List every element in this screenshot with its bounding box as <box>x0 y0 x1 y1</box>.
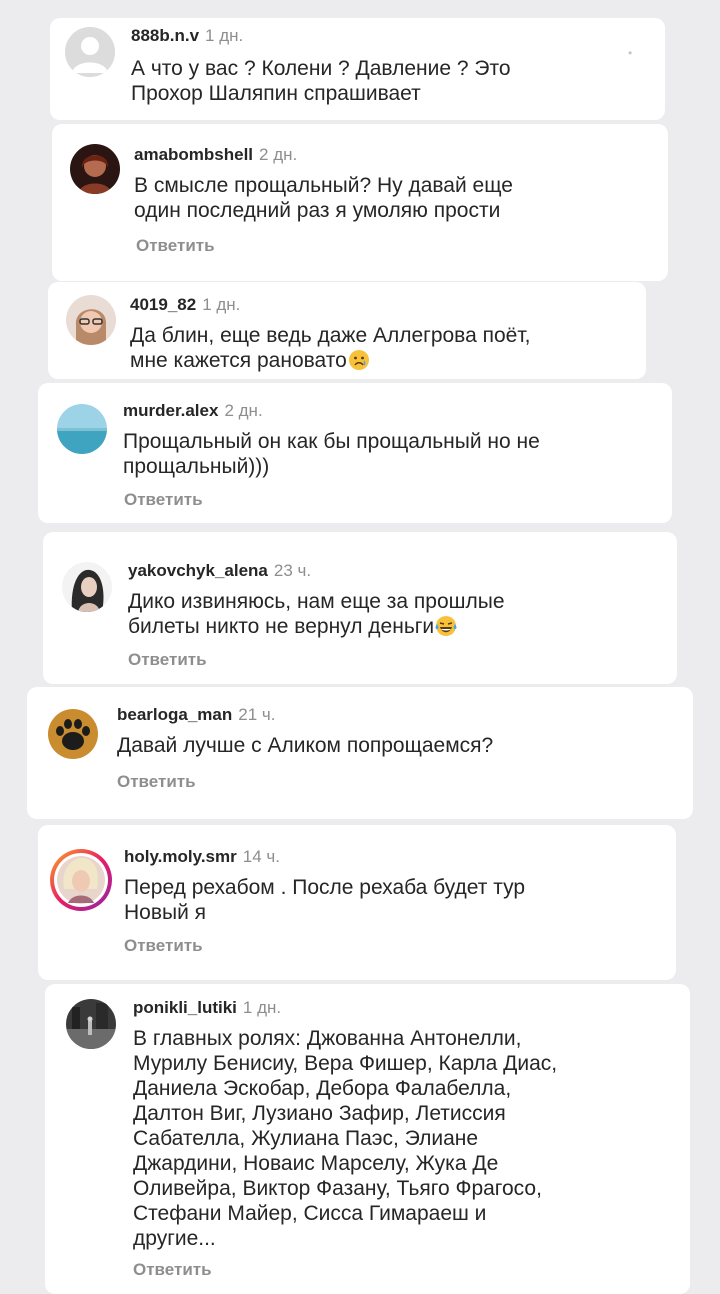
avatar[interactable] <box>65 27 115 77</box>
comment-meta: yakovchyk_alena 23 ч. <box>128 560 311 582</box>
comment-card: 4019_82 1 дн. Да блин, еще ведь даже Алле… <box>48 282 646 379</box>
avatar[interactable] <box>62 562 112 612</box>
comment-text: Прощальный он как бы прощальный но не пр… <box>123 430 540 478</box>
comment-meta: murder.alex 2 дн. <box>123 400 263 422</box>
comment-card: amabombshell 2 дн. В смысле прощальный? Н… <box>52 124 668 281</box>
profile-photo <box>62 562 112 612</box>
timestamp: 21 ч. <box>238 705 276 724</box>
timestamp: 1 дн. <box>202 295 241 314</box>
username[interactable]: holy.moly.smr <box>124 847 237 866</box>
more-options-icon[interactable]: • <box>628 46 632 60</box>
profile-photo <box>70 144 120 194</box>
comment-text: В главных ролях: Джованна Антонелли, Мур… <box>133 1027 558 1250</box>
comment-text: В смысле прощальный? Ну давай еще один п… <box>134 174 513 222</box>
default-user-icon <box>65 27 115 77</box>
reply-button[interactable]: Ответить <box>117 771 196 793</box>
comment-text: Да блин, еще ведь даже Аллегрова поёт, м… <box>130 323 530 373</box>
profile-photo <box>66 999 116 1049</box>
comment-text: Дико извиняюсь, нам еще за прошлые билет… <box>128 589 505 639</box>
username[interactable]: 4019_82 <box>130 295 196 314</box>
story-ring-photo <box>54 853 108 907</box>
comment-meta: holy.moly.smr 14 ч. <box>124 846 280 868</box>
comment-meta: 4019_82 1 дн. <box>130 294 240 316</box>
avatar[interactable] <box>70 144 120 194</box>
avatar[interactable] <box>48 709 98 759</box>
comment-card: yakovchyk_alena 23 ч. Дико извиняюсь, нам… <box>43 532 677 684</box>
username[interactable]: bearloga_man <box>117 705 232 724</box>
comment-text: Давай лучше с Аликом попрощаемся? <box>117 734 494 757</box>
comment-meta: bearloga_man 21 ч. <box>117 704 275 726</box>
comment-meta: amabombshell 2 дн. <box>134 144 297 166</box>
reply-button[interactable]: Ответить <box>124 935 203 957</box>
reply-button[interactable]: Ответить <box>133 1259 212 1281</box>
avatar[interactable] <box>66 999 116 1049</box>
reply-button[interactable]: Ответить <box>136 235 215 257</box>
username[interactable]: 888b.n.v <box>131 26 199 45</box>
username[interactable]: ponikli_lutiki <box>133 998 237 1017</box>
timestamp: 2 дн. <box>259 145 298 164</box>
comment-card: murder.alex 2 дн. Прощальный он как бы пр… <box>38 383 672 523</box>
comment-text: А что у вас ? Колени ? Давление ? Это Пр… <box>131 57 511 105</box>
comment-card: ponikli_lutiki 1 дн. В главных ролях: Джо… <box>45 984 690 1294</box>
paw-icon <box>48 709 98 759</box>
comment-card: holy.moly.smr 14 ч. Перед рехабом . После… <box>38 825 676 980</box>
comment-card: bearloga_man 21 ч. Давай лучше с Аликом п… <box>27 687 693 819</box>
comment-meta: 888b.n.v 1 дн. <box>131 25 243 47</box>
timestamp: 1 дн. <box>205 26 244 45</box>
username[interactable]: yakovchyk_alena <box>128 561 268 580</box>
timestamp: 23 ч. <box>273 561 312 580</box>
comment-text-body: Да блин, еще ведь даже Аллегрова поёт, м… <box>130 324 531 372</box>
profile-photo <box>57 404 107 454</box>
timestamp: 1 дн. <box>242 998 282 1017</box>
avatar[interactable] <box>50 849 112 911</box>
avatar[interactable] <box>66 295 116 345</box>
timestamp: 2 дн. <box>224 401 263 420</box>
timestamp: 14 ч. <box>242 847 280 866</box>
tears-of-joy-emoji <box>435 616 457 636</box>
username[interactable]: amabombshell <box>134 145 253 164</box>
avatar[interactable] <box>57 404 107 454</box>
username[interactable]: murder.alex <box>123 401 218 420</box>
profile-photo <box>66 295 116 345</box>
reply-button[interactable]: Ответить <box>124 489 203 511</box>
comment-card: 888b.n.v 1 дн. • А что у вас ? Колени ? Д… <box>50 18 665 120</box>
reply-button[interactable]: Ответить <box>128 649 207 671</box>
comment-text: Перед рехабом . После рехаба будет тур Н… <box>124 876 526 924</box>
comment-meta: ponikli_lutiki 1 дн. <box>133 997 281 1019</box>
crying-face-emoji <box>348 350 369 370</box>
